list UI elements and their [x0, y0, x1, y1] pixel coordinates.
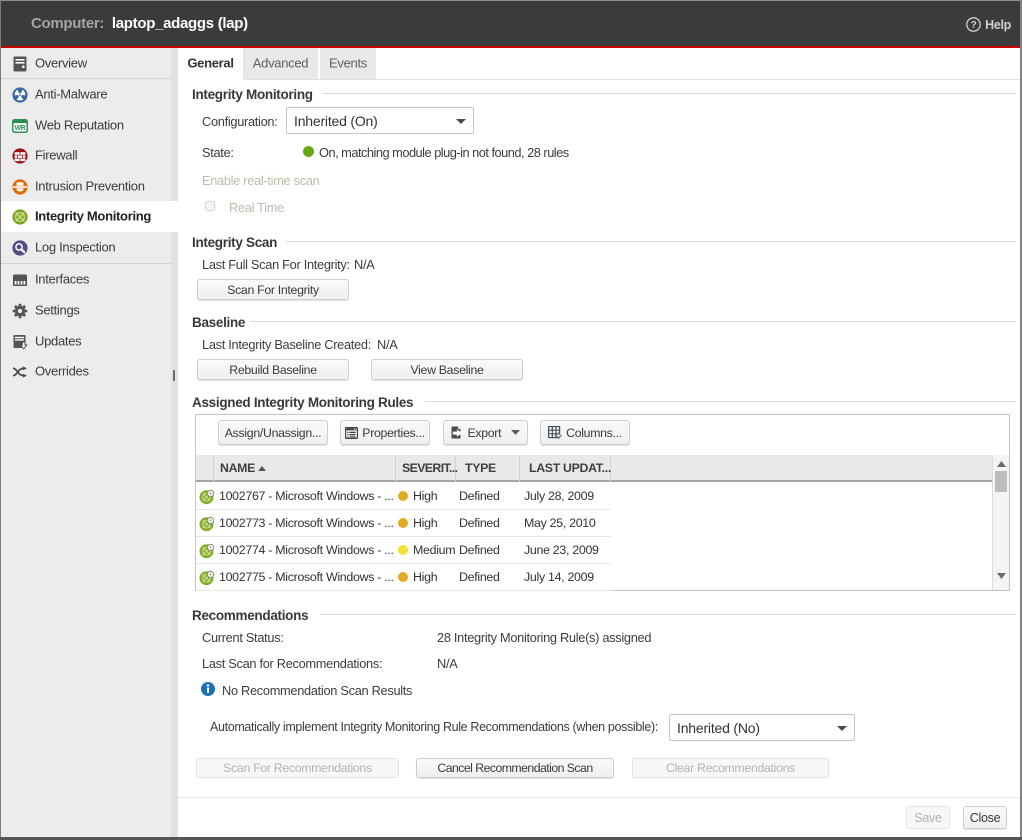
svg-text:WR: WR: [14, 125, 25, 132]
svg-text:?: ?: [971, 20, 977, 31]
